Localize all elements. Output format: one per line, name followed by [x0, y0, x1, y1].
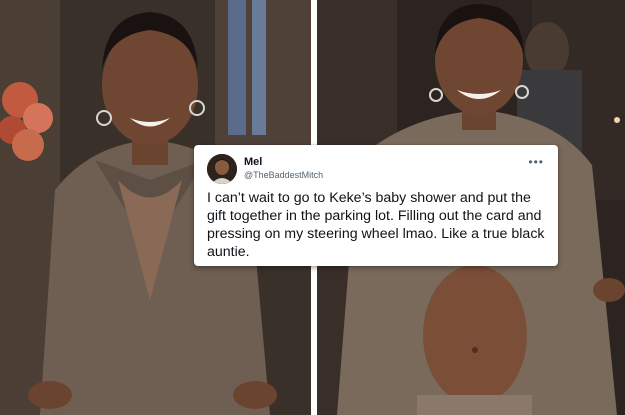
- more-horizontal-icon[interactable]: •••: [528, 155, 544, 169]
- tweet-header: Mel @TheBaddestMitch •••: [204, 153, 548, 185]
- tweet-text: I can’t wait to go to Keke’s baby shower…: [207, 190, 545, 260]
- tweet-handle[interactable]: @TheBaddestMitch: [244, 170, 323, 180]
- avatar-image: [207, 154, 237, 184]
- avatar[interactable]: [207, 154, 237, 184]
- tweet-card: Mel @TheBaddestMitch ••• I can’t wait to…: [194, 145, 558, 266]
- tweet-display-name[interactable]: Mel: [244, 156, 262, 168]
